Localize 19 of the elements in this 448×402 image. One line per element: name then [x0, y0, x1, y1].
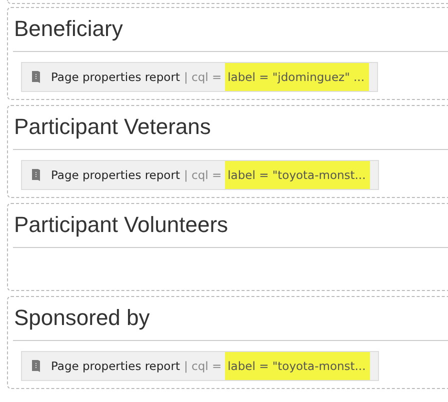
macro-query: label = "toyota-monst... [224, 161, 370, 189]
macro-placeholder[interactable]: Page properties report | cql = label = "toyota-monst... [21, 351, 379, 381]
section-heading: Sponsored by [13, 304, 151, 332]
macro-title: Page properties report [51, 359, 180, 373]
section-heading: Beneficiary [13, 15, 124, 43]
macro-placeholder[interactable]: Page properties report | cql = label = "toyota-monst... [21, 160, 379, 190]
macro-title: Page properties report [51, 70, 180, 84]
report-icon [31, 359, 41, 373]
macro-query: label = "jdominguez" ... [224, 63, 368, 91]
macro-parameter: | cql = [184, 359, 222, 373]
macro-query: label = "toyota-monst... [224, 352, 370, 380]
report-icon [31, 70, 41, 84]
section-heading: Participant Volunteers [13, 211, 230, 239]
section-heading: Participant Veterans [13, 113, 212, 141]
macro-placeholder[interactable]: Page properties report | cql = label = "jdominguez" ... [21, 62, 378, 92]
macro-parameter: | cql = [184, 70, 222, 84]
report-icon [31, 168, 41, 182]
macro-parameter: | cql = [184, 168, 222, 182]
macro-title: Page properties report [51, 168, 180, 182]
